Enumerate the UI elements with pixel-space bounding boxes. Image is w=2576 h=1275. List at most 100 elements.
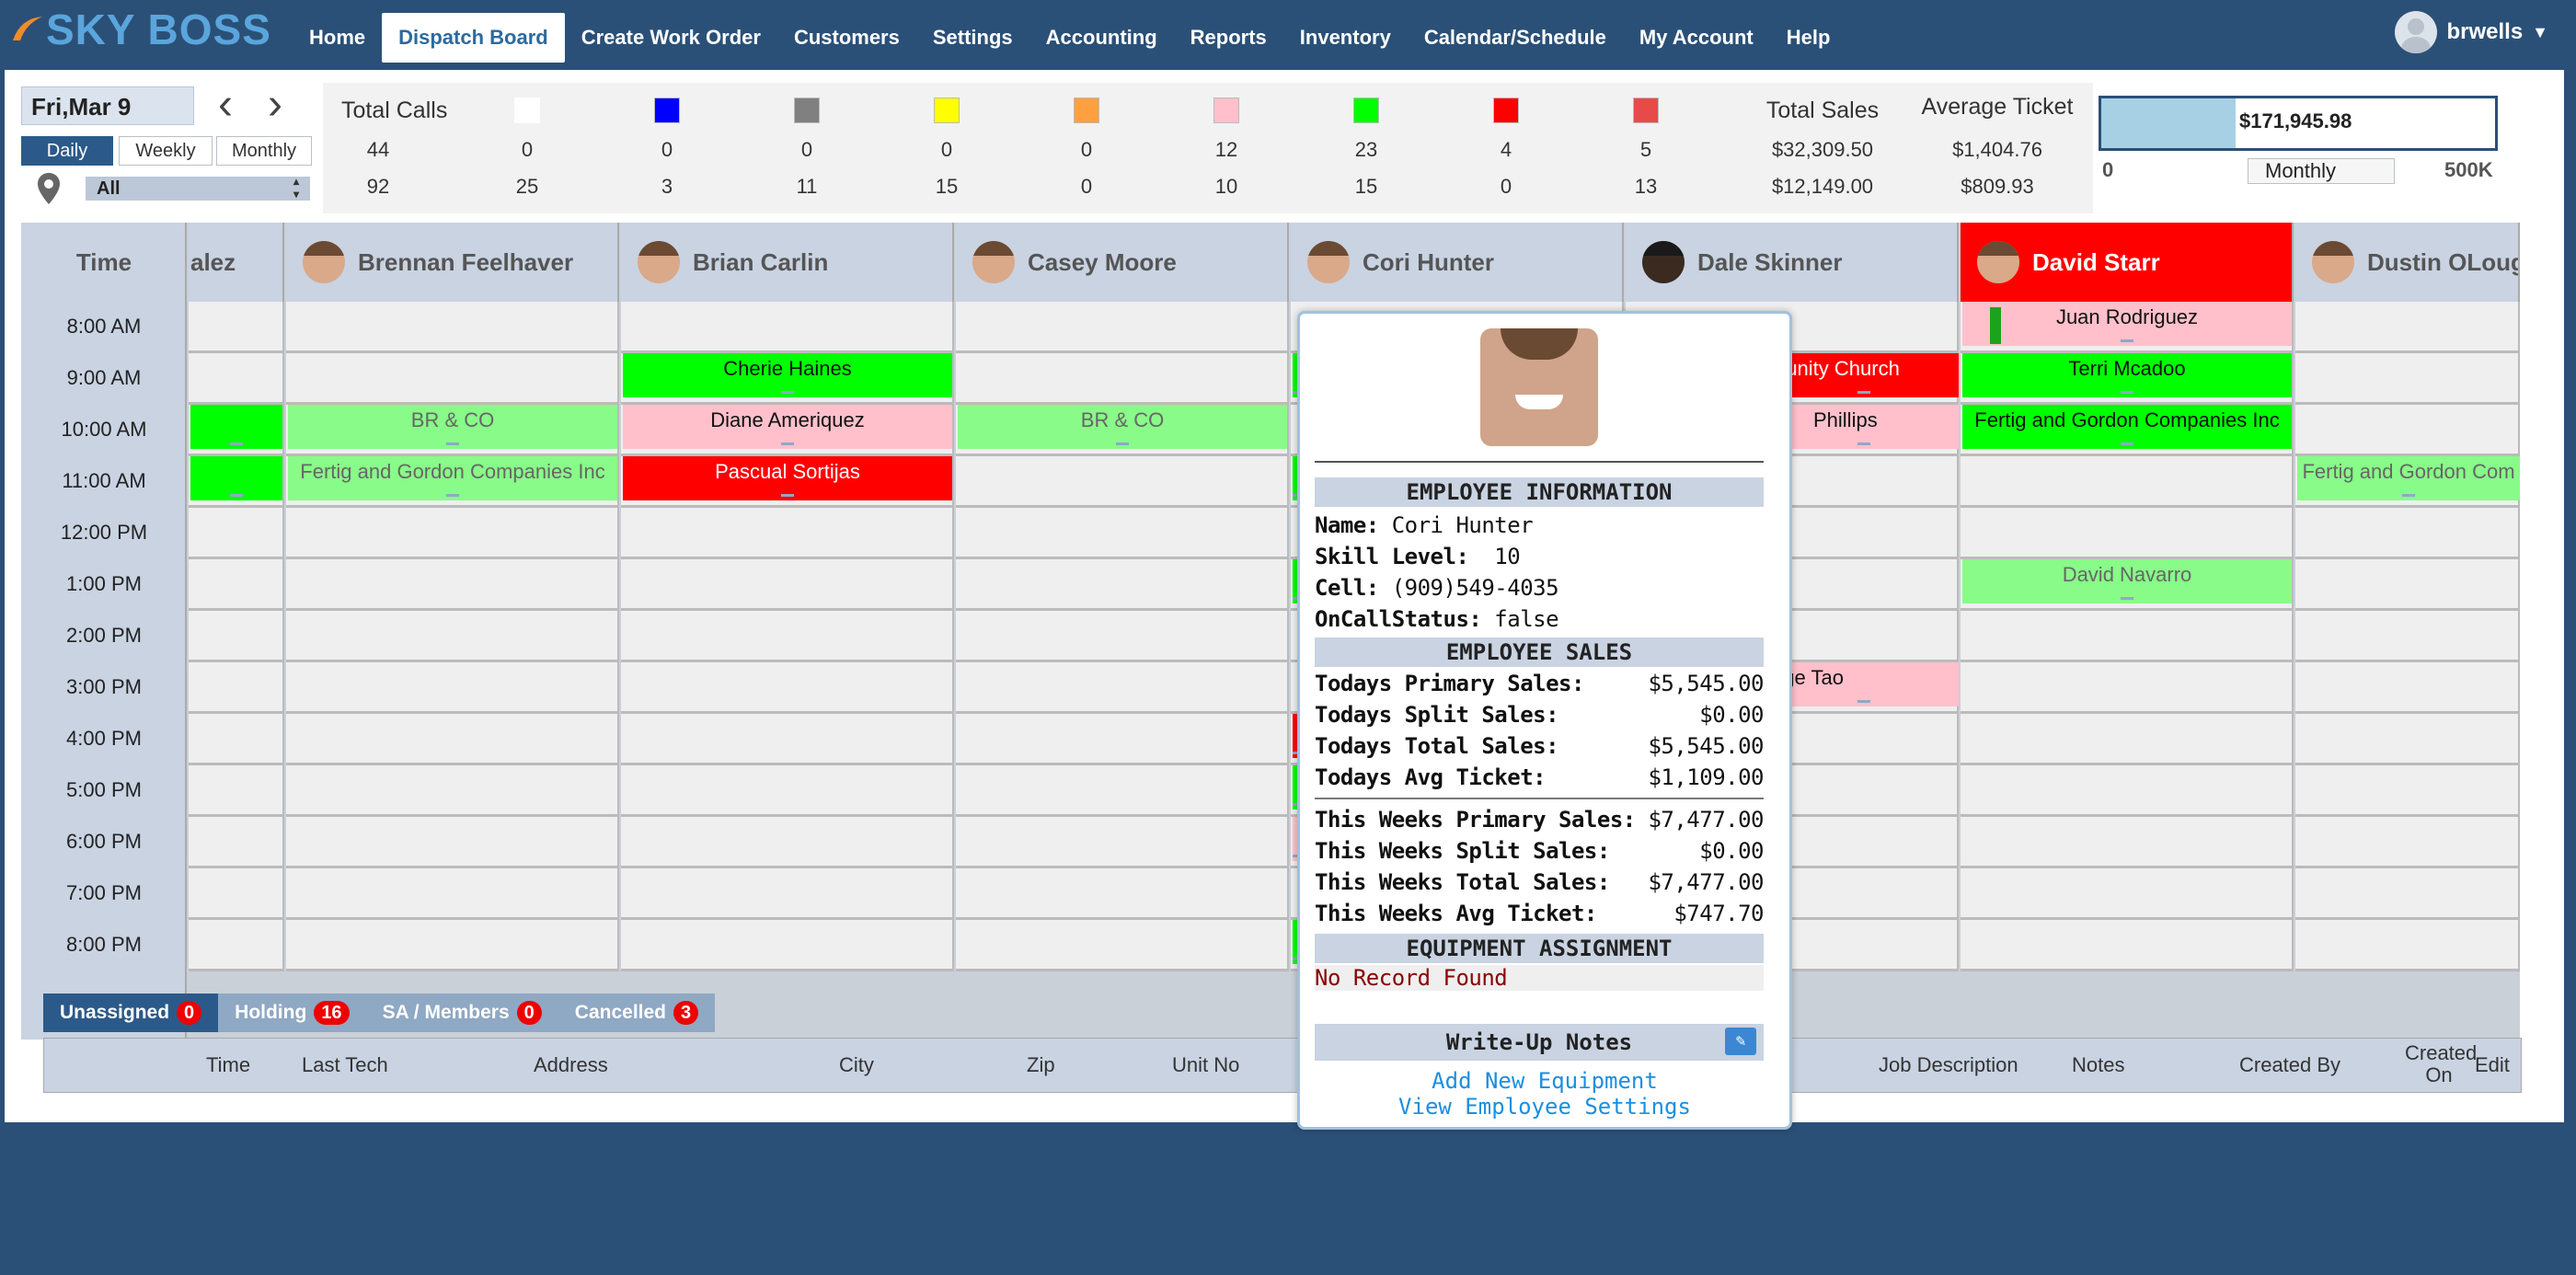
schedule-slot[interactable] [621, 714, 954, 765]
schedule-slot[interactable] [621, 920, 954, 971]
schedule-slot[interactable] [1961, 920, 2294, 971]
schedule-slot[interactable] [1961, 868, 2294, 920]
job-block[interactable]: Juan Rodriguez [1962, 302, 2292, 346]
nav-customers[interactable]: Customers [777, 13, 916, 63]
schedule-slot[interactable] [956, 817, 1289, 868]
job-block[interactable] [190, 405, 282, 449]
tab-sa-members[interactable]: SA / Members 0 [366, 994, 558, 1032]
schedule-slot[interactable] [286, 611, 619, 662]
tech-header-dustin-oloug[interactable]: Dustin OLoug [2295, 223, 2520, 302]
tech-header-cori-hunter[interactable]: Cori Hunter [1291, 223, 1624, 302]
sales-period-select[interactable]: Monthly [2248, 158, 2395, 184]
schedule-slot[interactable] [956, 920, 1289, 971]
schedule-slot[interactable] [286, 559, 619, 611]
schedule-slot[interactable] [189, 302, 284, 353]
col-city[interactable]: City [839, 1053, 874, 1077]
schedule-slot[interactable] [189, 817, 284, 868]
col-zip[interactable]: Zip [1027, 1053, 1055, 1077]
schedule-slot[interactable] [286, 662, 619, 714]
schedule-slot[interactable] [2295, 817, 2520, 868]
nav-dispatch-board[interactable]: Dispatch Board [382, 13, 565, 63]
schedule-slot[interactable] [2295, 765, 2520, 817]
next-day-icon[interactable]: › [268, 83, 282, 127]
view-employee-settings-link[interactable]: View Employee Settings [1300, 1094, 1789, 1120]
schedule-slot[interactable] [2295, 662, 2520, 714]
nav-settings[interactable]: Settings [916, 13, 1029, 63]
schedule-slot[interactable] [621, 817, 954, 868]
schedule-slot[interactable] [956, 868, 1289, 920]
schedule-slot[interactable] [1961, 508, 2294, 559]
nav-reports[interactable]: Reports [1174, 13, 1283, 63]
schedule-slot[interactable] [286, 868, 619, 920]
schedule-slot[interactable] [1961, 611, 2294, 662]
schedule-slot[interactable] [956, 611, 1289, 662]
schedule-slot[interactable] [621, 868, 954, 920]
schedule-slot[interactable] [286, 714, 619, 765]
schedule-slot[interactable] [621, 662, 954, 714]
job-block[interactable]: David Navarro [1962, 559, 2292, 603]
nav-home[interactable]: Home [293, 13, 382, 63]
tech-header-brennan-feelhaver[interactable]: Brennan Feelhaver [286, 223, 619, 302]
job-block[interactable]: Diane Ameriquez [623, 405, 952, 449]
schedule-slot[interactable] [956, 456, 1289, 508]
schedule-slot[interactable] [189, 920, 284, 971]
schedule-slot[interactable] [1961, 662, 2294, 714]
schedule-slot[interactable] [2295, 611, 2520, 662]
schedule-slot[interactable] [2295, 405, 2520, 456]
nav-help[interactable]: Help [1770, 13, 1847, 63]
schedule-slot[interactable] [956, 559, 1289, 611]
col-job-description[interactable]: Job Description [1879, 1053, 2018, 1077]
job-block[interactable]: Fertig and Gordon Companies Inc [1962, 405, 2292, 449]
job-block[interactable]: BR & CO [958, 405, 1287, 449]
schedule-slot[interactable] [621, 765, 954, 817]
date-field[interactable]: Fri,Mar 9 [21, 86, 194, 125]
schedule-slot[interactable] [286, 765, 619, 817]
nav-create-work-order[interactable]: Create Work Order [565, 13, 777, 63]
schedule-slot[interactable] [189, 611, 284, 662]
job-block[interactable]: Phillips [1769, 405, 1959, 449]
schedule-slot[interactable] [621, 559, 954, 611]
schedule-slot[interactable] [1961, 456, 2294, 508]
job-block[interactable]: Fertig and Gordon Com [2297, 456, 2520, 500]
view-weekly-button[interactable]: Weekly [119, 136, 213, 166]
schedule-slot[interactable] [956, 508, 1289, 559]
schedule-slot[interactable] [189, 662, 284, 714]
schedule-slot[interactable] [286, 353, 619, 405]
nav-my-account[interactable]: My Account [1623, 13, 1770, 63]
schedule-slot[interactable] [1961, 765, 2294, 817]
schedule-slot[interactable] [621, 302, 954, 353]
schedule-slot[interactable] [2295, 714, 2520, 765]
tech-header-brian-carlin[interactable]: Brian Carlin [621, 223, 954, 302]
schedule-slot[interactable] [1961, 714, 2294, 765]
job-block[interactable]: rge Tao [1769, 662, 1959, 706]
edit-pencil-icon[interactable]: ✎ [1725, 1028, 1756, 1055]
schedule-slot[interactable] [956, 765, 1289, 817]
skyboss-logo[interactable]: SKY BOSS [11, 6, 271, 53]
schedule-slot[interactable] [2295, 920, 2520, 971]
schedule-slot[interactable] [189, 508, 284, 559]
schedule-slot[interactable] [2295, 302, 2520, 353]
schedule-slot[interactable] [2295, 353, 2520, 405]
col-edit[interactable]: Edit [2475, 1053, 2510, 1077]
nav-calendar-schedule[interactable]: Calendar/Schedule [1408, 13, 1623, 63]
add-equipment-link[interactable]: Add New Equipment [1300, 1068, 1789, 1094]
schedule-slot[interactable] [1961, 817, 2294, 868]
prev-day-icon[interactable]: ‹ [218, 83, 233, 127]
col-unit-no[interactable]: Unit No [1172, 1053, 1239, 1077]
tab-holding[interactable]: Holding 16 [218, 994, 365, 1032]
tech-header-david-starr[interactable]: David Starr [1961, 223, 2294, 302]
schedule-slot[interactable] [189, 868, 284, 920]
tech-header-casey-moore[interactable]: Casey Moore [956, 223, 1289, 302]
schedule-slot[interactable] [956, 662, 1289, 714]
col-created-by[interactable]: Created By [2239, 1053, 2340, 1077]
schedule-slot[interactable] [286, 920, 619, 971]
job-block[interactable]: Cherie Haines [623, 353, 952, 397]
schedule-slot[interactable] [621, 508, 954, 559]
col-notes[interactable]: Notes [2072, 1053, 2124, 1077]
schedule-slot[interactable] [2295, 868, 2520, 920]
view-daily-button[interactable]: Daily [21, 136, 113, 166]
schedule-slot[interactable] [286, 302, 619, 353]
col-last-tech[interactable]: Last Tech [302, 1053, 388, 1077]
user-menu[interactable]: brwells ▼ [2395, 11, 2548, 53]
schedule-slot[interactable] [2295, 559, 2520, 611]
